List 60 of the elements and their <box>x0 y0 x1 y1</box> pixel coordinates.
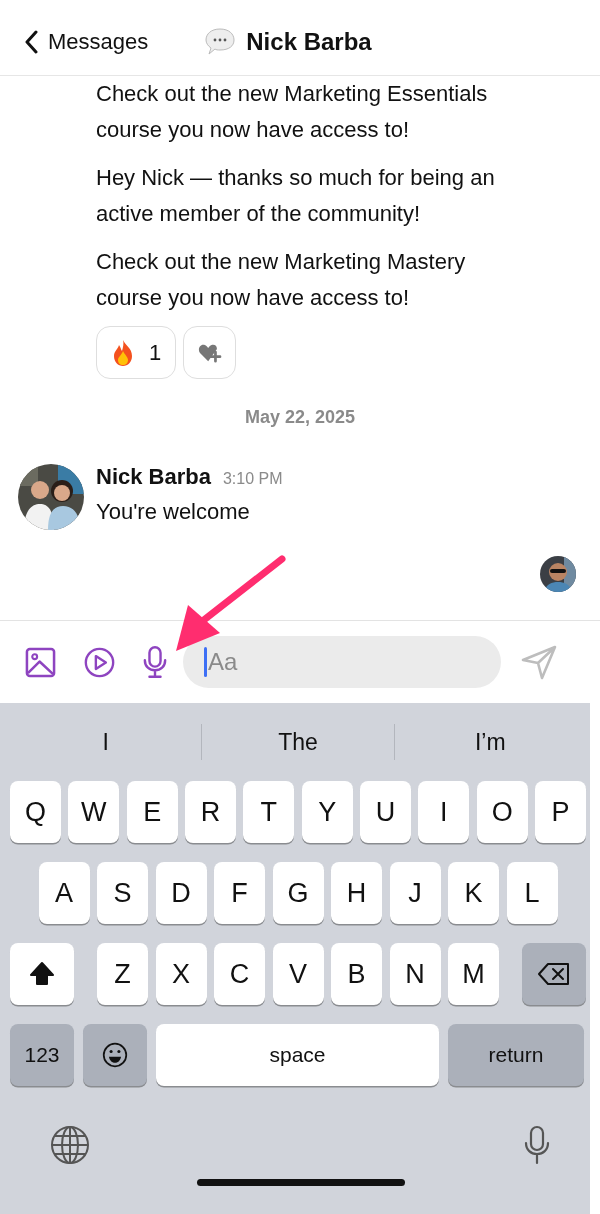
letter-key[interactable]: F <box>214 862 265 924</box>
backspace-key[interactable] <box>522 943 586 1005</box>
suggestion[interactable]: I <box>10 727 202 757</box>
message-text: You're welcome <box>96 498 251 526</box>
conversation-title: Nick Barba <box>246 27 372 56</box>
space-key[interactable]: space <box>156 1024 439 1086</box>
emoji-key[interactable] <box>83 1024 147 1086</box>
add-reaction-button[interactable] <box>183 326 237 379</box>
letter-key[interactable]: L <box>506 862 558 924</box>
letter-key[interactable]: U <box>360 781 411 843</box>
suggestion[interactable]: The <box>202 727 394 757</box>
shift-icon <box>29 961 55 987</box>
heart-plus-icon <box>197 342 222 363</box>
letter-key[interactable]: Y <box>301 781 353 843</box>
smiley-icon <box>102 1042 128 1068</box>
letter-key[interactable]: I <box>418 781 470 843</box>
letter-key[interactable]: A <box>38 862 90 924</box>
letter-key[interactable]: S <box>97 862 148 924</box>
letter-key[interactable]: X <box>155 943 207 1005</box>
play-icon[interactable] <box>84 646 115 678</box>
suggestion[interactable]: I’m <box>394 727 586 757</box>
microphone-icon[interactable] <box>143 644 167 680</box>
return-key[interactable]: return <box>448 1024 584 1086</box>
letter-key[interactable]: K <box>448 862 499 924</box>
chevron-left-icon <box>24 29 38 54</box>
letter-key[interactable]: Q <box>10 781 61 843</box>
letter-key[interactable]: P <box>535 781 586 843</box>
dictation-icon[interactable] <box>524 1125 550 1165</box>
letter-key[interactable]: D <box>155 862 207 924</box>
letter-key[interactable]: E <box>126 781 178 843</box>
message-time: 3:10 PM <box>222 470 283 488</box>
backspace-icon <box>537 961 571 987</box>
letter-key[interactable]: W <box>68 781 120 843</box>
message-input[interactable]: Aa <box>183 636 501 688</box>
reaction-button[interactable]: 1 <box>96 326 177 379</box>
message-text: Check out the new Marketing Mastery course you now have access to! <box>96 248 467 312</box>
letter-key[interactable]: R <box>185 781 236 843</box>
letter-key[interactable]: Z <box>97 943 148 1005</box>
message-text: Hey Nick — thanks so much for being an active member of the community! <box>96 164 496 228</box>
letter-key[interactable]: G <box>272 862 324 924</box>
letter-key[interactable]: J <box>389 862 441 924</box>
image-icon[interactable] <box>25 646 56 678</box>
date-divider: May 22, 2025 <box>243 407 357 428</box>
message-text: Check out the new Marketing Essentials course you now have access to! <box>96 80 489 144</box>
letter-key[interactable]: O <box>476 781 528 843</box>
globe-icon[interactable] <box>50 1125 90 1165</box>
letter-key[interactable]: H <box>331 862 382 924</box>
numbers-key[interactable]: 123 <box>10 1024 74 1086</box>
author-name: Nick Barba <box>96 464 211 490</box>
speech-bubble-icon <box>204 26 237 57</box>
text-cursor <box>204 647 207 677</box>
fire-icon <box>111 338 135 367</box>
shift-key[interactable] <box>10 943 74 1005</box>
letter-key[interactable]: V <box>272 943 324 1005</box>
letter-key[interactable]: C <box>214 943 265 1005</box>
letter-key[interactable]: M <box>448 943 499 1005</box>
letter-key[interactable]: B <box>331 943 382 1005</box>
letter-key[interactable]: T <box>243 781 295 843</box>
back-button[interactable]: Messages <box>24 28 149 55</box>
letter-key[interactable]: N <box>389 943 441 1005</box>
